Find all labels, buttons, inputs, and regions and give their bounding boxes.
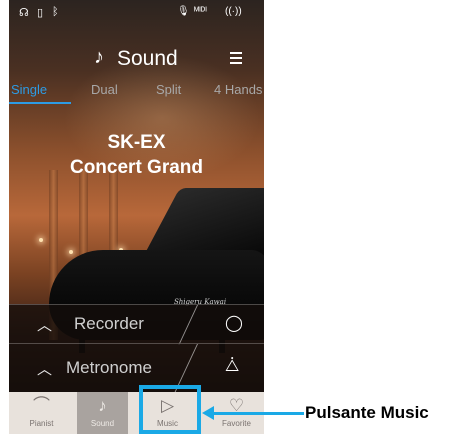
hall-lamp — [39, 238, 43, 242]
sound-model: SK-EX — [107, 132, 166, 153]
usb-memory-icon: ▯ — [37, 7, 44, 19]
music-note-icon: ♪ — [94, 46, 104, 68]
microphone-icon: 🎙 — [177, 6, 190, 17]
record-icon[interactable]: ◯ — [225, 313, 243, 333]
app-screen: Shigeru Kawai ☊ ▯ ᛒ 🎙 ᴹᴵᴰᴵ ((·)) ♪ Sound… — [9, 0, 264, 434]
midi-icon: ᴹᴵᴰᴵ — [194, 6, 207, 17]
music-note-icon: ♪ — [98, 396, 107, 415]
nav-label: Sound — [90, 419, 115, 428]
mode-tabs: Single Dual Split 4 Hands — [9, 80, 264, 104]
status-bar: ☊ ▯ ᛒ 🎙 ᴹᴵᴰᴵ ((·)) — [9, 0, 264, 26]
nav-label: Favorite — [222, 419, 251, 428]
recorder-label: Recorder — [74, 314, 144, 333]
tab-split[interactable]: Split — [156, 82, 181, 97]
list-menu-icon[interactable] — [230, 52, 242, 67]
callout-label: Pulsante Music — [305, 403, 429, 422]
metronome-icon[interactable]: ⧊ — [225, 358, 239, 376]
sound-type: Concert Grand — [69, 157, 204, 178]
nav-pianist[interactable]: ⌒ Pianist — [16, 392, 67, 434]
wireless-icon: ((·)) — [225, 6, 242, 17]
metronome-label: Metronome — [66, 358, 152, 377]
metronome-panel[interactable]: ︿ Metronome ⧊ — [9, 343, 264, 393]
recorder-panel[interactable]: ︿ Recorder ◯ — [9, 304, 264, 345]
nav-sound[interactable]: ♪ Sound — [77, 392, 128, 434]
hall-lamp — [69, 250, 73, 254]
callout-line — [212, 412, 304, 415]
music-button-highlight — [139, 385, 201, 434]
active-tab-indicator — [9, 102, 71, 104]
tab-4-hands[interactable]: 4 Hands — [214, 82, 262, 97]
tab-dual[interactable]: Dual — [91, 82, 118, 97]
header: ♪ Sound — [9, 44, 264, 74]
page-title: Sound — [117, 47, 178, 70]
headphone-icon: ☊ — [19, 7, 29, 19]
tab-single[interactable]: Single — [11, 82, 47, 97]
bluetooth-icon: ᛒ — [52, 6, 59, 18]
sound-name[interactable]: SK-EX Concert Grand — [9, 130, 264, 180]
nav-label: Pianist — [29, 419, 54, 428]
piano-icon: ⌒ — [33, 396, 50, 415]
